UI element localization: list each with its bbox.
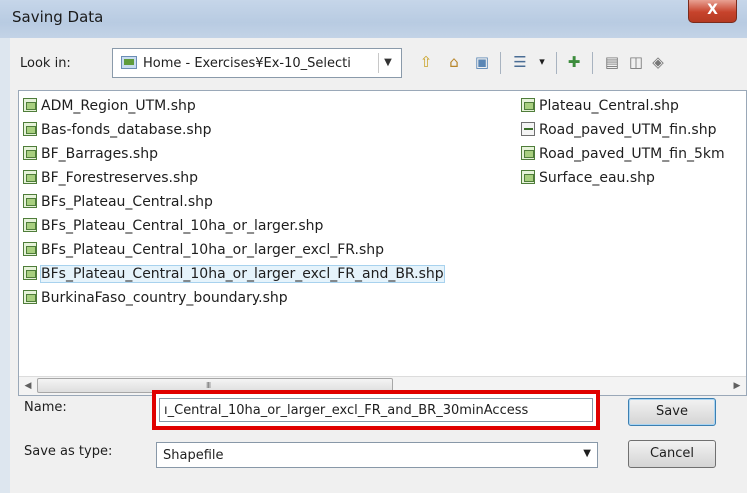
- polygon-shapefile-icon: [521, 146, 535, 160]
- name-field[interactable]: ı_Central_10ha_or_larger_excl_FR_and_BR_…: [159, 398, 593, 422]
- polygon-shapefile-icon: [23, 146, 37, 160]
- delete-icon[interactable]: ◈: [648, 52, 668, 72]
- list-item[interactable]: BurkinaFaso_country_boundary.shp: [23, 287, 288, 309]
- list-item[interactable]: Bas-fonds_database.shp: [23, 119, 212, 141]
- new-folder-icon[interactable]: ✚: [564, 52, 584, 72]
- toolbar-separator: [500, 52, 501, 74]
- list-item[interactable]: BF_Forestreserves.shp: [23, 167, 198, 189]
- list-item[interactable]: BFs_Plateau_Central_10ha_or_larger_excl_…: [23, 239, 384, 261]
- list-view-icon[interactable]: ☰: [510, 52, 530, 72]
- polygon-shapefile-icon: [23, 194, 37, 208]
- list-item[interactable]: BFs_Plateau_Central_10ha_or_larger.shp: [23, 215, 323, 237]
- save-as-type-select[interactable]: Shapefile ▼: [156, 442, 598, 468]
- folder-icon: [121, 56, 137, 69]
- polygon-shapefile-icon: [23, 242, 37, 256]
- view-dropdown-icon[interactable]: ▾: [532, 52, 552, 72]
- catalog-icon[interactable]: ◫: [626, 52, 646, 72]
- polygon-shapefile-icon: [23, 218, 37, 232]
- dialog-body: Look in: Home - Exercises¥Ex-10_Selecti …: [10, 38, 747, 493]
- list-item-selected[interactable]: BFs_Plateau_Central_10ha_or_larger_excl_…: [23, 263, 445, 285]
- chevron-down-icon[interactable]: ▼: [378, 53, 397, 73]
- scroll-right-icon[interactable]: ▶: [728, 377, 746, 395]
- list-item[interactable]: BF_Barrages.shp: [23, 143, 158, 165]
- polygon-shapefile-icon: [521, 98, 535, 112]
- title-bar[interactable]: Saving Data X: [0, 0, 747, 38]
- save-dialog: Saving Data X Look in: Home - Exercises¥…: [0, 0, 747, 493]
- list-item[interactable]: ADM_Region_UTM.shp: [23, 95, 196, 117]
- scroll-left-icon[interactable]: ◀: [19, 377, 37, 395]
- list-item[interactable]: Surface_eau.shp: [521, 167, 655, 189]
- look-in-label: Look in:: [20, 56, 71, 71]
- dialog-title: Saving Data: [12, 8, 104, 26]
- close-button[interactable]: X: [688, 0, 737, 23]
- details-icon[interactable]: ▤: [602, 52, 622, 72]
- toolbar-separator: [592, 52, 593, 74]
- file-list[interactable]: ADM_Region_UTM.shp Bas-fonds_database.sh…: [18, 90, 747, 396]
- save-as-type-label: Save as type:: [24, 444, 113, 459]
- polygon-shapefile-icon: [521, 170, 535, 184]
- home-icon[interactable]: ⌂: [444, 52, 464, 72]
- name-label: Name:: [24, 400, 67, 415]
- connect-folder-icon[interactable]: ▣: [472, 52, 492, 72]
- list-item[interactable]: BFs_Plateau_Central.shp: [23, 191, 213, 213]
- up-one-level-icon[interactable]: ⇧: [416, 52, 436, 72]
- polygon-shapefile-icon: [23, 170, 37, 184]
- polygon-shapefile-icon: [23, 266, 37, 280]
- list-item[interactable]: Plateau_Central.shp: [521, 95, 679, 117]
- grip-icon: III: [206, 381, 211, 390]
- look-in-dropdown[interactable]: Home - Exercises¥Ex-10_Selecti ▼: [112, 48, 402, 78]
- polygon-shapefile-icon: [23, 290, 37, 304]
- polygon-shapefile-icon: [23, 122, 37, 136]
- cancel-button[interactable]: Cancel: [628, 440, 716, 468]
- save-button[interactable]: Save: [628, 398, 716, 426]
- toolbar-separator: [556, 52, 557, 74]
- chevron-down-icon[interactable]: ▼: [583, 448, 591, 459]
- list-item[interactable]: Road_paved_UTM_fin_5km: [521, 143, 725, 165]
- save-as-type-value: Shapefile: [163, 448, 224, 463]
- look-in-value: Home - Exercises¥Ex-10_Selecti: [143, 56, 351, 71]
- polygon-shapefile-icon: [23, 98, 37, 112]
- list-item[interactable]: Road_paved_UTM_fin.shp: [521, 119, 716, 141]
- name-field-highlight: ı_Central_10ha_or_larger_excl_FR_and_BR_…: [152, 390, 600, 430]
- line-shapefile-icon: [521, 122, 535, 136]
